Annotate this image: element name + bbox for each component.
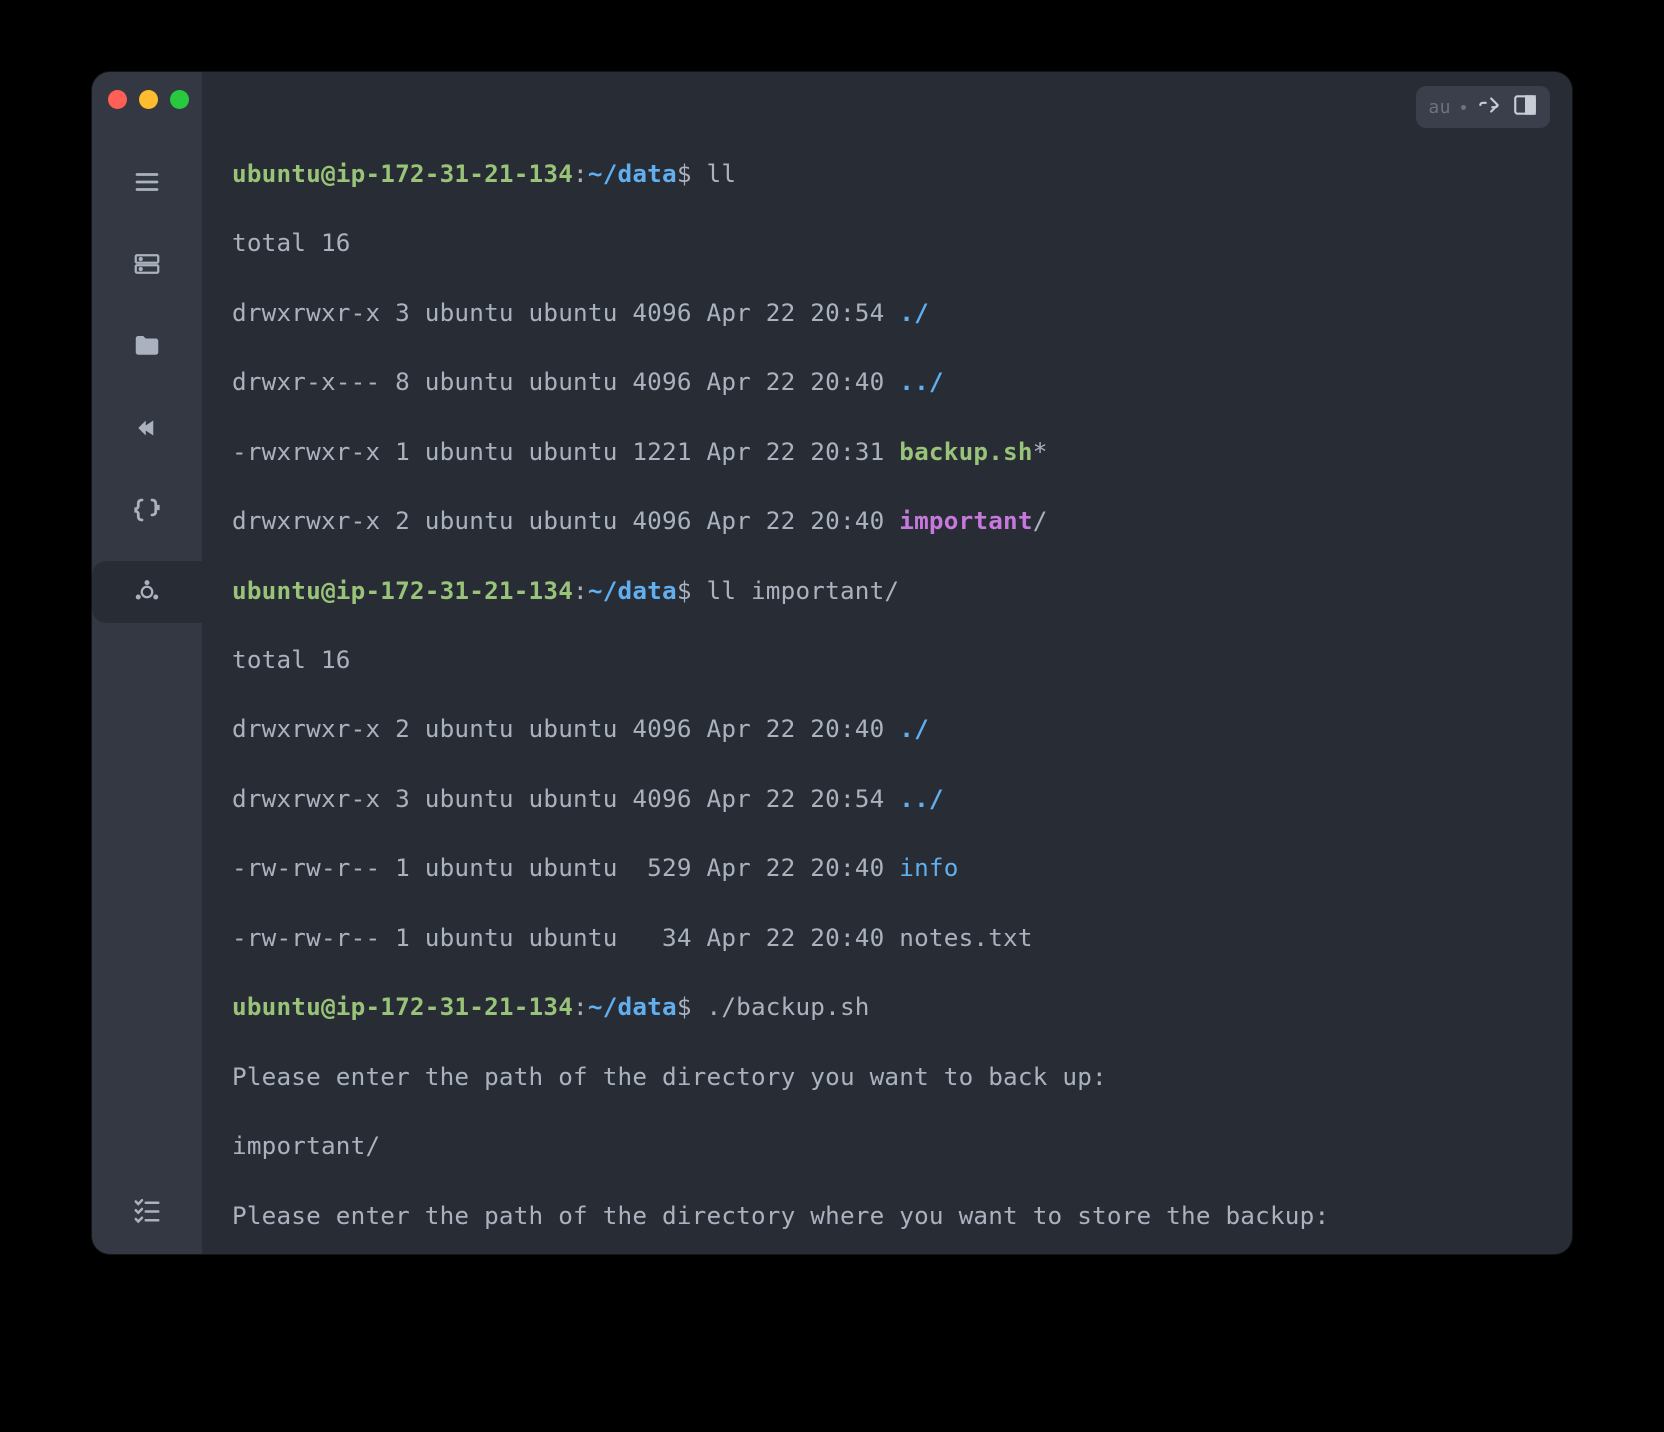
output-line: total 16 bbox=[232, 643, 1542, 678]
sidebar-nav bbox=[130, 165, 164, 609]
cwd-path: ~/data bbox=[588, 159, 677, 188]
prompt-line: ubuntu@ip-172-31-21-134:~/data$ ll bbox=[232, 157, 1542, 192]
topbar-dot bbox=[1461, 105, 1466, 110]
output-line: total 16 bbox=[232, 226, 1542, 261]
app-window: au ubuntu@ip-172-31-21-134:~/data$ ll to… bbox=[92, 72, 1572, 1254]
forward-icon[interactable] bbox=[130, 411, 164, 445]
dir-entry: ./ bbox=[899, 298, 929, 327]
prompt-symbol: $ bbox=[677, 159, 692, 188]
output-line: -rw-rw-r-- 1 ubuntu ubuntu 529 Apr 22 20… bbox=[232, 851, 1542, 886]
output-line: Please enter the path of the directory y… bbox=[232, 1060, 1542, 1095]
file-entry: info bbox=[899, 853, 958, 882]
output-line: drwxrwxr-x 2 ubuntu ubuntu 4096 Apr 22 2… bbox=[232, 712, 1542, 747]
topbar-label: au bbox=[1428, 97, 1451, 118]
command-text: ll important/ bbox=[707, 576, 900, 605]
server-icon[interactable] bbox=[130, 247, 164, 281]
output-line: drwxr-x--- 8 ubuntu ubuntu 4096 Apr 22 2… bbox=[232, 365, 1542, 400]
user-host: ubuntu@ip-172-31-21-134 bbox=[232, 159, 573, 188]
split-panel-icon[interactable] bbox=[1512, 92, 1538, 122]
checklist-icon[interactable] bbox=[130, 1192, 164, 1226]
dir-entry: ../ bbox=[899, 367, 943, 396]
output-line: important/ bbox=[232, 1129, 1542, 1164]
command-text: ll bbox=[707, 159, 737, 188]
output-line: drwxrwxr-x 3 ubuntu ubuntu 4096 Apr 22 2… bbox=[232, 296, 1542, 331]
maximize-window-button[interactable] bbox=[170, 90, 189, 109]
ubuntu-icon[interactable] bbox=[130, 575, 164, 609]
prompt-line: ubuntu@ip-172-31-21-134:~/data$ ll impor… bbox=[232, 574, 1542, 609]
window-controls bbox=[106, 90, 189, 109]
exec-entry: backup.sh bbox=[899, 437, 1032, 466]
hamburger-icon[interactable] bbox=[130, 165, 164, 199]
output-line: drwxrwxr-x 3 ubuntu ubuntu 4096 Apr 22 2… bbox=[232, 782, 1542, 817]
output-line: drwxrwxr-x 2 ubuntu ubuntu 4096 Apr 22 2… bbox=[232, 504, 1542, 539]
output-line: -rwxrwxr-x 1 ubuntu ubuntu 1221 Apr 22 2… bbox=[232, 435, 1542, 470]
dir-entry: important bbox=[899, 506, 1032, 535]
output-line: -rw-rw-r-- 1 ubuntu ubuntu 34 Apr 22 20:… bbox=[232, 921, 1542, 956]
topbar-controls: au bbox=[1416, 86, 1550, 128]
prompt-line: ubuntu@ip-172-31-21-134:~/data$ ./backup… bbox=[232, 990, 1542, 1025]
share-icon[interactable] bbox=[1476, 92, 1502, 122]
terminal-output[interactable]: ubuntu@ip-172-31-21-134:~/data$ ll total… bbox=[202, 72, 1572, 1254]
output-line: Please enter the path of the directory w… bbox=[232, 1199, 1542, 1234]
close-window-button[interactable] bbox=[108, 90, 127, 109]
main-pane: au ubuntu@ip-172-31-21-134:~/data$ ll to… bbox=[202, 72, 1572, 1254]
minimize-window-button[interactable] bbox=[139, 90, 158, 109]
folder-icon[interactable] bbox=[130, 329, 164, 363]
code-braces-icon[interactable] bbox=[130, 493, 164, 527]
sidebar bbox=[92, 72, 202, 1254]
command-text: ./backup.sh bbox=[707, 992, 870, 1021]
